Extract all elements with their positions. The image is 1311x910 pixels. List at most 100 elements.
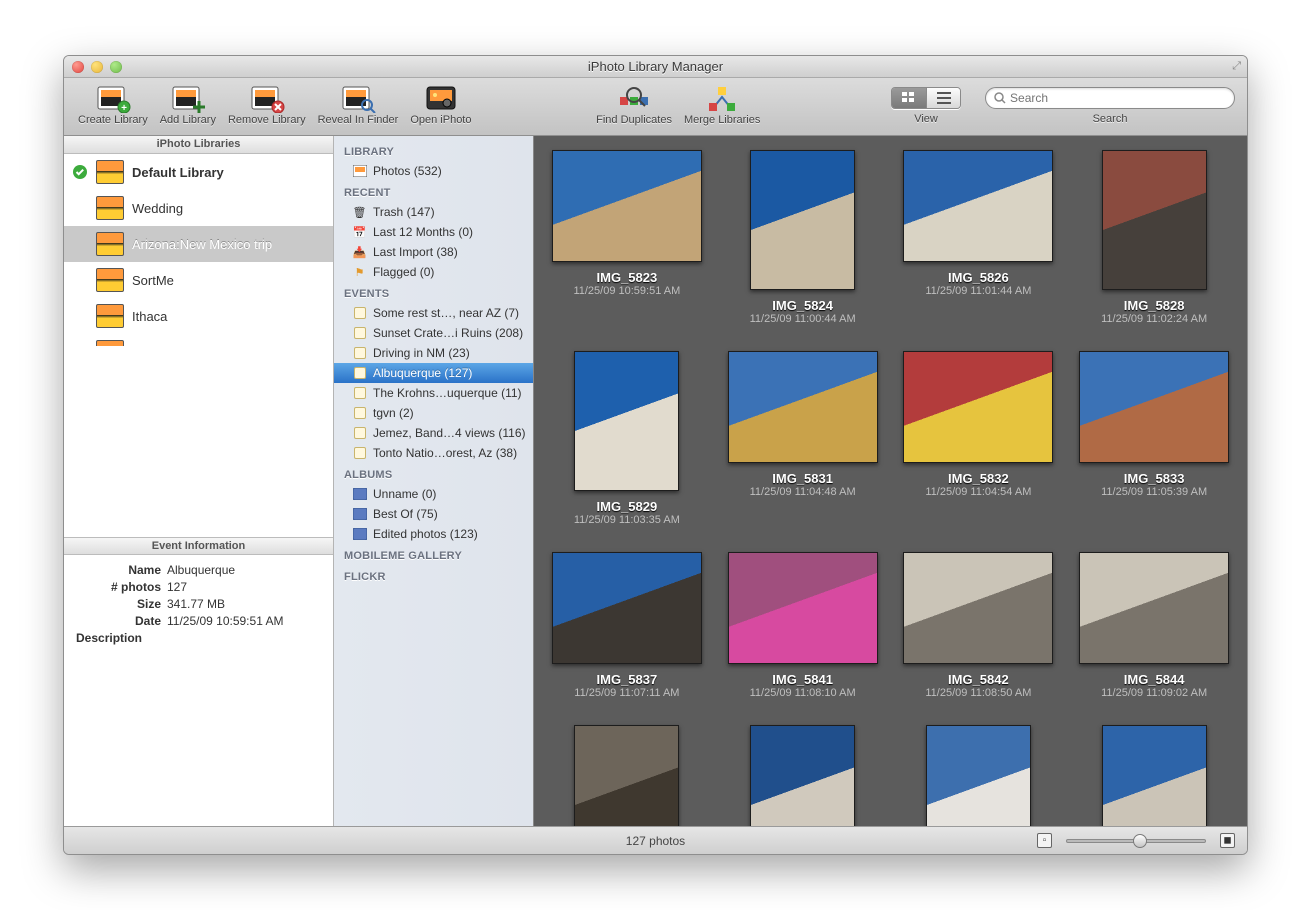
photo-thumbnail[interactable] xyxy=(750,150,855,290)
photo-thumbnail[interactable] xyxy=(728,552,878,664)
photo-thumbnail[interactable] xyxy=(1079,552,1229,664)
photo-thumbnail[interactable] xyxy=(574,351,679,491)
library-name: Wedding xyxy=(132,201,183,216)
photo-cell[interactable]: IMG_582611/25/09 11:01:44 AM xyxy=(896,150,1062,325)
photo-date: 11/25/09 11:08:50 AM xyxy=(925,687,1031,699)
search-icon xyxy=(994,92,1006,104)
event-icon xyxy=(352,366,367,381)
library-row[interactable]: Family Photos xyxy=(64,334,333,346)
photo-cell[interactable]: IMG_582911/25/09 11:03:35 AM xyxy=(544,351,710,526)
src-lastimport[interactable]: 📥Last Import (38) xyxy=(334,242,533,262)
find-duplicates-button[interactable]: Find Duplicates xyxy=(596,82,672,126)
photo-name: IMG_5837 xyxy=(597,672,658,687)
photo-cell[interactable]: IMG_584211/25/09 11:08:50 AM xyxy=(896,552,1062,699)
event-info-header: Event Information xyxy=(64,537,333,555)
album-item[interactable]: Edited photos (123) xyxy=(334,524,533,544)
add-library-button[interactable]: Add Library xyxy=(160,82,216,126)
photo-thumbnail[interactable] xyxy=(1102,725,1207,826)
library-row[interactable]: Ithaca xyxy=(64,298,333,334)
album-item[interactable]: Best Of (75) xyxy=(334,504,533,524)
photo-date: 11/25/09 11:07:11 AM xyxy=(574,687,679,699)
photo-name: IMG_5844 xyxy=(1124,672,1185,687)
merge-libraries-button[interactable]: Merge Libraries xyxy=(684,82,760,126)
window-title: iPhoto Library Manager xyxy=(64,59,1247,74)
body: iPhoto Libraries Default Library Wedding A… xyxy=(64,136,1247,826)
photo-date: 11/25/09 11:04:54 AM xyxy=(925,486,1031,498)
library-row[interactable]: Arizona:New Mexico trip xyxy=(64,226,333,262)
album-item[interactable]: Unname (0) xyxy=(334,484,533,504)
event-item[interactable]: Driving in NM (23) xyxy=(334,343,533,363)
zoom-slider-knob[interactable] xyxy=(1133,834,1147,848)
photo-date: 11/25/09 11:00:44 AM xyxy=(750,313,856,325)
library-row[interactable]: Wedding xyxy=(64,190,333,226)
remove-library-button[interactable]: Remove Library xyxy=(228,82,306,126)
photo-cell[interactable]: IMG_582411/25/09 11:00:44 AM xyxy=(720,150,886,325)
photo-thumbnail[interactable] xyxy=(728,351,878,463)
view-list-button[interactable] xyxy=(926,88,960,108)
search-field[interactable] xyxy=(985,87,1235,109)
library-row[interactable]: SortMe xyxy=(64,262,333,298)
zoom-slider[interactable] xyxy=(1066,839,1206,843)
event-icon xyxy=(352,306,367,321)
event-item[interactable]: The Krohns…uquerque (11) xyxy=(334,383,533,403)
photo-cell[interactable]: IMG_583211/25/09 11:04:54 AM xyxy=(896,351,1062,526)
event-label: Albuquerque (127) xyxy=(373,366,529,380)
photo-cell[interactable] xyxy=(1071,725,1237,826)
photo-cell[interactable]: IMG_584411/25/09 11:09:02 AM xyxy=(1071,552,1237,699)
libraries-column: iPhoto Libraries Default Library Wedding A… xyxy=(64,136,334,826)
photo-grid-area[interactable]: IMG_582311/25/09 10:59:51 AMIMG_582411/2… xyxy=(534,136,1247,826)
photo-thumbnail[interactable] xyxy=(903,150,1053,262)
find-duplicates-label: Find Duplicates xyxy=(596,114,672,126)
src-trash[interactable]: 🗑Trash (147) xyxy=(334,202,533,222)
event-icon xyxy=(352,446,367,461)
reveal-in-finder-button[interactable]: Reveal In Finder xyxy=(318,82,399,126)
photo-cell[interactable]: IMG_583311/25/09 11:05:39 AM xyxy=(1071,351,1237,526)
src-photos[interactable]: Photos (532) xyxy=(334,161,533,181)
src-last12[interactable]: 📅Last 12 Months (0) xyxy=(334,222,533,242)
event-item[interactable]: Sunset Crate…i Ruins (208) xyxy=(334,323,533,343)
libraries-header: iPhoto Libraries xyxy=(64,136,333,154)
view-label: View xyxy=(914,113,938,125)
photo-thumbnail[interactable] xyxy=(750,725,855,826)
photo-cell[interactable] xyxy=(544,725,710,826)
event-item[interactable]: Tonto Natio…orest, Az (38) xyxy=(334,443,533,463)
search-input[interactable] xyxy=(1010,91,1226,105)
photo-name: IMG_5842 xyxy=(948,672,1009,687)
library-icon xyxy=(96,232,124,256)
photo-cell[interactable]: IMG_584111/25/09 11:08:10 AM xyxy=(720,552,886,699)
library-row[interactable]: Default Library xyxy=(64,154,333,190)
add-library-label: Add Library xyxy=(160,114,216,126)
photo-thumbnail[interactable] xyxy=(903,552,1053,664)
photo-thumbnail[interactable] xyxy=(552,150,702,262)
event-item[interactable]: Jemez, Band…4 views (116) xyxy=(334,423,533,443)
photo-thumbnail[interactable] xyxy=(903,351,1053,463)
photo-cell[interactable]: IMG_583111/25/09 11:04:48 AM xyxy=(720,351,886,526)
event-info: NameAlbuquerque # photos127 Size341.77 M… xyxy=(64,555,333,656)
photo-thumbnail[interactable] xyxy=(574,725,679,826)
event-item[interactable]: tgvn (2) xyxy=(334,403,533,423)
photo-cell[interactable]: IMG_583711/25/09 11:07:11 AM xyxy=(544,552,710,699)
view-grid-button[interactable] xyxy=(892,88,926,108)
photo-cell[interactable]: IMG_582811/25/09 11:02:24 AM xyxy=(1071,150,1237,325)
src-header-recent: RECENT xyxy=(334,181,533,202)
photo-thumbnail[interactable] xyxy=(1102,150,1207,290)
photo-thumbnail[interactable] xyxy=(1079,351,1229,463)
photo-thumbnail[interactable] xyxy=(552,552,702,664)
event-icon xyxy=(352,406,367,421)
event-item[interactable]: Some rest st…, near AZ (7) xyxy=(334,303,533,323)
photo-cell[interactable] xyxy=(896,725,1062,826)
photo-date: 11/25/09 10:59:51 AM xyxy=(573,285,680,297)
create-library-button[interactable]: + Create Library xyxy=(78,82,148,126)
src-flagged[interactable]: ⚑Flagged (0) xyxy=(334,262,533,282)
open-iphoto-label: Open iPhoto xyxy=(410,114,471,126)
photo-thumbnail[interactable] xyxy=(926,725,1031,826)
open-iphoto-button[interactable]: Open iPhoto xyxy=(410,82,471,126)
photo-cell[interactable]: IMG_582311/25/09 10:59:51 AM xyxy=(544,150,710,325)
corner-grip-icon[interactable]: ⤢ xyxy=(1232,60,1241,73)
photo-cell[interactable] xyxy=(720,725,886,826)
reveal-in-finder-icon xyxy=(339,82,377,114)
event-item[interactable]: Albuquerque (127) xyxy=(334,363,533,383)
src-header-library: LIBRARY xyxy=(334,140,533,161)
photo-date: 11/25/09 11:02:24 AM xyxy=(1101,313,1207,325)
event-label: Tonto Natio…orest, Az (38) xyxy=(373,446,529,460)
